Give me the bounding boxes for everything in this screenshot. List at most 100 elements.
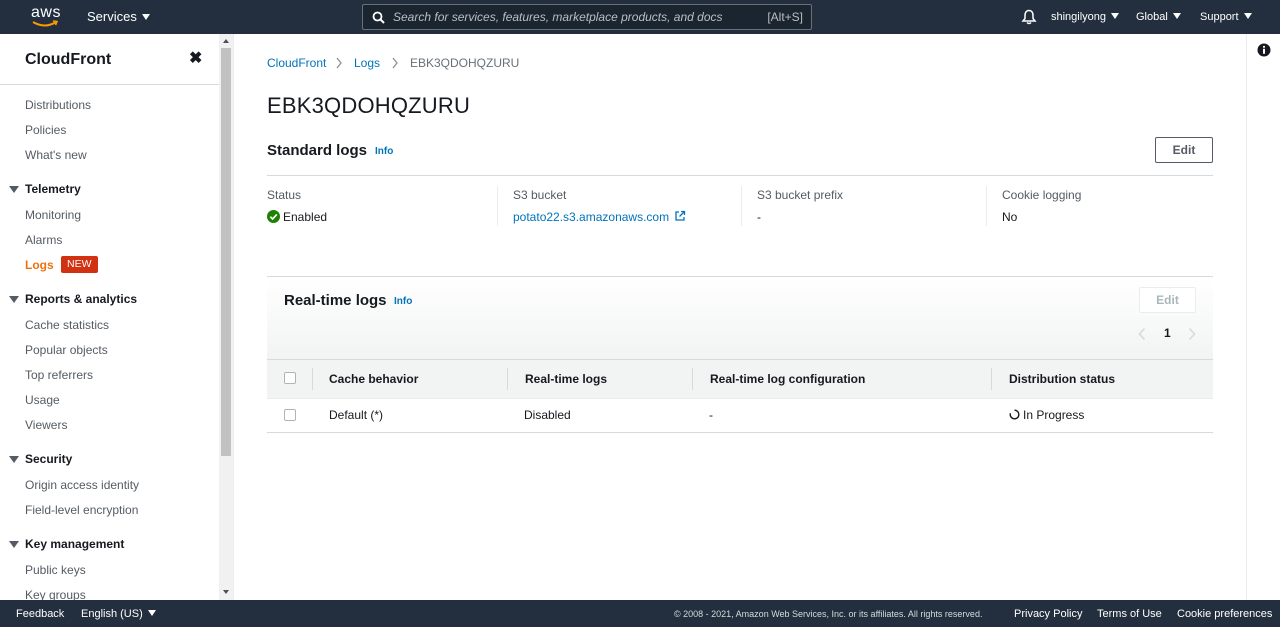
column-header-realtime-log-configuration[interactable]: Real-time log configuration	[710, 372, 865, 386]
aws-smile-icon	[32, 20, 58, 27]
sidebar-item-top-referrers[interactable]: Top referrers	[25, 368, 93, 382]
search-bar[interactable]: [Alt+S]	[362, 4, 812, 30]
s3-bucket-prefix-value: -	[757, 210, 761, 224]
breadcrumb-link-logs[interactable]: Logs	[354, 56, 380, 70]
bell-icon[interactable]	[1021, 9, 1037, 25]
services-menu-button[interactable]: Services	[87, 9, 150, 24]
sidebar-section-telemetry[interactable]: Telemetry	[9, 182, 81, 196]
section-title: Telemetry	[25, 182, 81, 196]
cookie-preferences-link[interactable]: Cookie preferences	[1177, 608, 1272, 620]
language-selector[interactable]: English (US)	[81, 608, 156, 620]
status-label: Status	[267, 188, 302, 202]
scroll-up-arrow-icon[interactable]	[223, 39, 229, 43]
terms-of-use-link[interactable]: Terms of Use	[1097, 608, 1162, 620]
chevron-left-icon[interactable]	[1138, 327, 1146, 341]
top-navigation-bar: aws Services [Alt+S] shingilyong Global …	[0, 0, 1280, 34]
sidebar-item-monitoring[interactable]: Monitoring	[25, 208, 81, 222]
sidebar-item-cache-statistics[interactable]: Cache statistics	[25, 318, 109, 332]
caret-down-icon	[147, 610, 156, 616]
aws-logo[interactable]: aws	[31, 5, 61, 29]
section-title: Security	[25, 452, 73, 466]
cookie-logging-value: No	[1002, 210, 1018, 224]
column-separator	[741, 186, 742, 226]
page-title: EBK3QDOHQZURU	[267, 93, 471, 118]
distribution-status-text: In Progress	[1023, 408, 1085, 422]
sidebar-item-origin-access-identity[interactable]: Origin access identity	[25, 478, 139, 492]
services-label: Services	[87, 9, 137, 24]
sidebar-item-distributions[interactable]: Distributions	[25, 98, 91, 112]
external-link-icon[interactable]	[674, 210, 686, 222]
column-separator	[991, 368, 992, 390]
sidebar-scrollbar[interactable]	[219, 34, 234, 600]
realtime-logs-edit-button[interactable]: Edit	[1139, 287, 1196, 313]
search-shortcut-hint: [Alt+S]	[767, 10, 803, 24]
sidebar-item-field-level-encryption[interactable]: Field-level encryption	[25, 503, 138, 517]
column-header-distribution-status[interactable]: Distribution status	[1009, 372, 1115, 386]
caret-down-icon	[1172, 13, 1181, 19]
sidebar-item-popular-objects[interactable]: Popular objects	[25, 343, 108, 357]
sidebar-item-key-groups[interactable]: Key groups	[25, 588, 86, 600]
sidebar-section-reports[interactable]: Reports & analytics	[9, 292, 137, 306]
s3-bucket-link[interactable]: potato22.s3.amazonaws.com	[513, 210, 669, 224]
spinner-icon	[1009, 409, 1020, 420]
standard-logs-info-link[interactable]: Info	[375, 146, 393, 157]
triangle-down-icon	[9, 456, 19, 463]
row-checkbox[interactable]	[284, 409, 296, 421]
section-title: Key management	[25, 537, 125, 551]
column-separator	[986, 186, 987, 226]
sidebar-item-logs[interactable]: Logs	[25, 258, 54, 272]
cell-distribution-status: In Progress	[1009, 408, 1084, 422]
column-header-cache-behavior[interactable]: Cache behavior	[329, 372, 418, 386]
sidebar-item-public-keys[interactable]: Public keys	[25, 563, 86, 577]
status-value: Enabled	[267, 210, 327, 224]
chevron-right-icon	[336, 57, 342, 69]
chevron-right-icon	[392, 57, 398, 69]
column-header-realtime-logs[interactable]: Real-time logs	[525, 372, 607, 386]
cell-cache-behavior: Default (*)	[329, 408, 384, 422]
user-menu-button[interactable]: shingilyong	[1051, 11, 1120, 23]
sidebar-section-key-management[interactable]: Key management	[9, 537, 124, 551]
column-separator	[507, 368, 508, 390]
sidebar-title[interactable]: CloudFront	[25, 51, 111, 69]
triangle-down-icon	[9, 541, 19, 548]
column-separator	[312, 368, 313, 390]
realtime-logs-heading: Real-time logs	[284, 292, 387, 309]
s3-bucket-prefix-label: S3 bucket prefix	[757, 188, 844, 202]
feedback-link[interactable]: Feedback	[16, 608, 64, 620]
select-all-checkbox[interactable]	[284, 372, 296, 384]
close-icon[interactable]: ✖	[189, 51, 202, 67]
check-circle-icon	[267, 210, 280, 223]
search-input[interactable]	[393, 8, 753, 26]
triangle-down-icon	[9, 296, 19, 303]
column-separator	[497, 186, 498, 226]
info-icon[interactable]	[1257, 43, 1271, 57]
sidebar-divider	[0, 84, 219, 85]
sidebar-item-alarms[interactable]: Alarms	[25, 233, 62, 247]
realtime-logs-info-link[interactable]: Info	[394, 296, 412, 307]
chevron-right-icon[interactable]	[1188, 327, 1196, 341]
sidebar-item-whats-new[interactable]: What's new	[25, 148, 87, 162]
caret-down-icon	[1243, 13, 1252, 19]
support-menu-button[interactable]: Support	[1200, 11, 1252, 23]
support-label: Support	[1200, 11, 1239, 23]
section-divider	[267, 175, 1213, 176]
standard-logs-edit-button[interactable]: Edit	[1155, 137, 1213, 163]
sidebar-item-policies[interactable]: Policies	[25, 123, 66, 137]
cell-realtime-log-configuration: -	[709, 408, 713, 422]
region-label: Global	[1136, 11, 1168, 23]
realtime-logs-header	[267, 277, 1213, 360]
user-name: shingilyong	[1051, 11, 1107, 23]
privacy-policy-link[interactable]: Privacy Policy	[1014, 608, 1082, 620]
aws-logo-text: aws	[31, 4, 61, 21]
breadcrumb-link-cloudfront[interactable]: CloudFront	[267, 56, 326, 70]
region-menu-button[interactable]: Global	[1136, 11, 1181, 23]
sidebar-item-viewers[interactable]: Viewers	[25, 418, 67, 432]
scrollbar-thumb[interactable]	[221, 48, 231, 456]
pagination-current-page[interactable]: 1	[1164, 326, 1171, 340]
sidebar-section-security[interactable]: Security	[9, 452, 72, 466]
column-separator	[692, 368, 693, 390]
scroll-down-arrow-icon[interactable]	[223, 590, 229, 594]
language-label: English (US)	[81, 608, 143, 620]
new-badge: NEW	[61, 256, 98, 273]
sidebar-item-usage[interactable]: Usage	[25, 393, 60, 407]
